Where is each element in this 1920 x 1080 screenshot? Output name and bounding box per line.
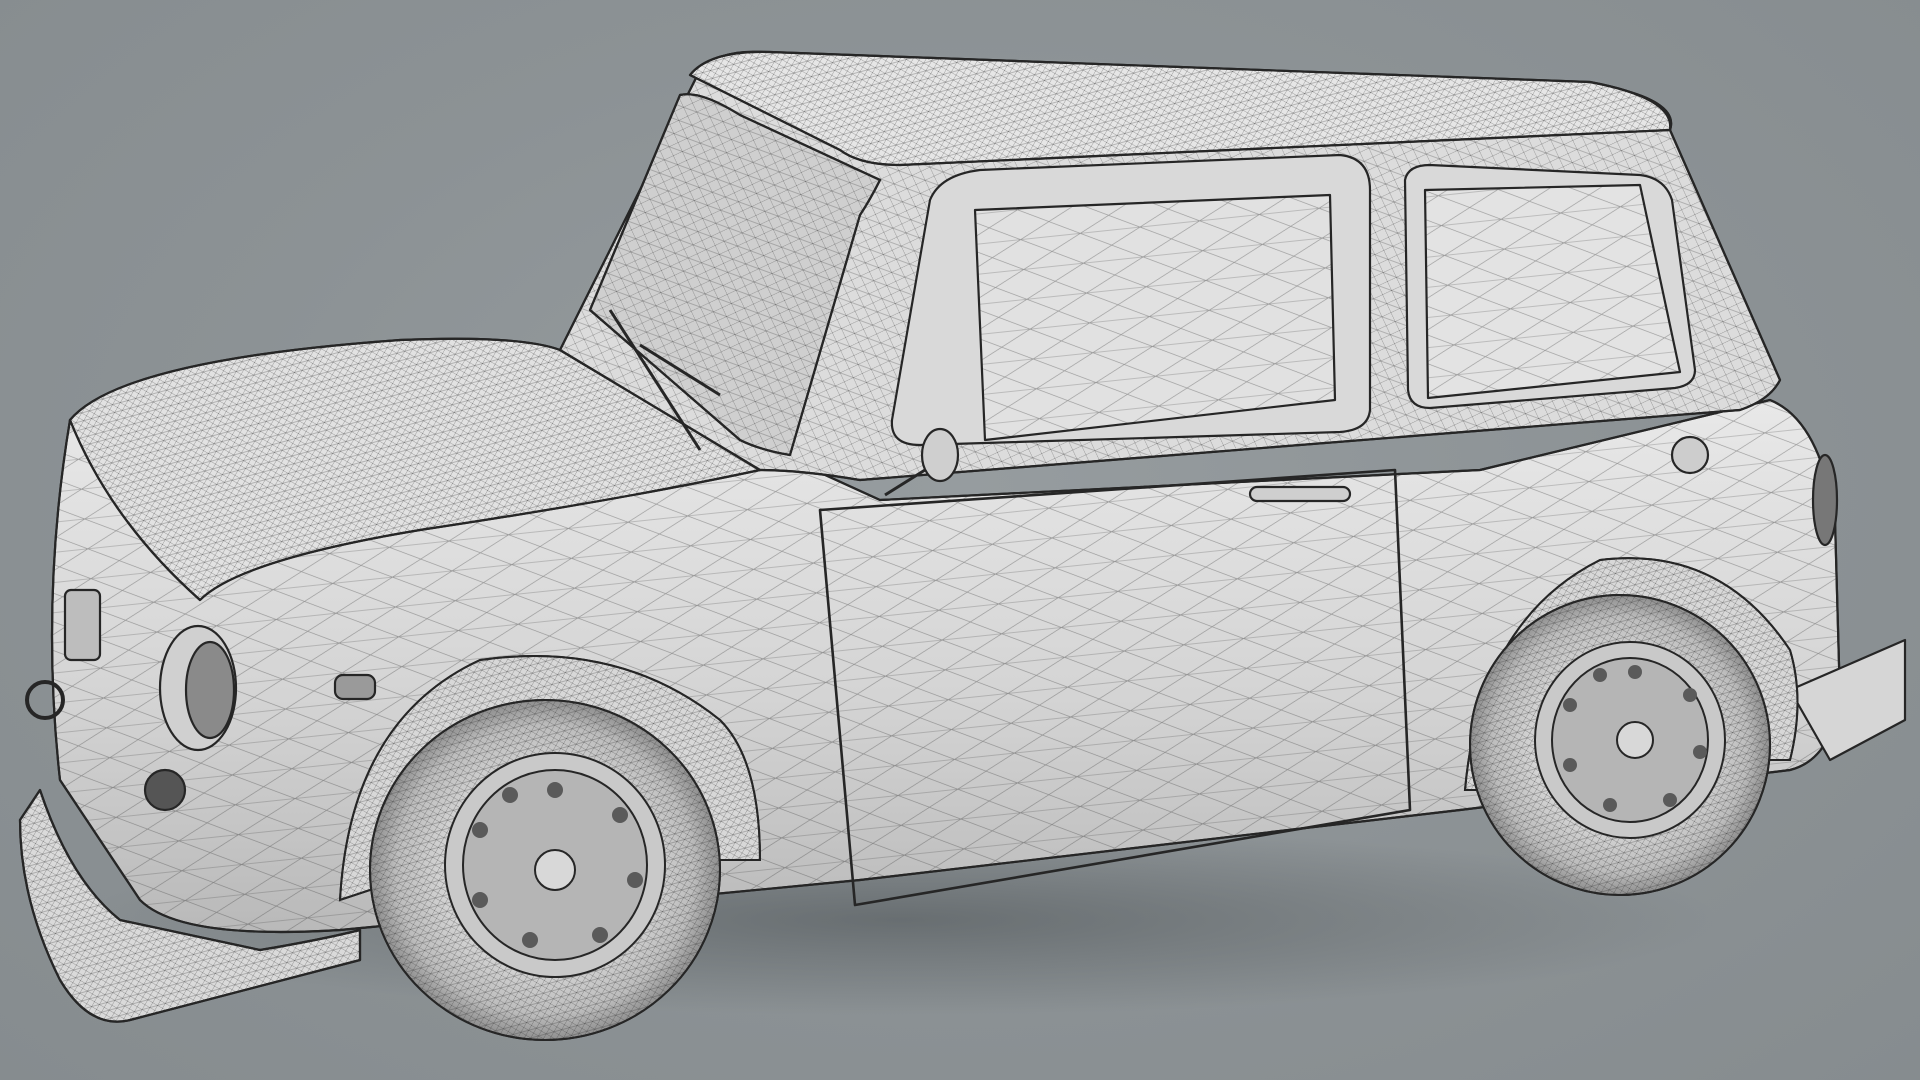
- front-wheel: [369, 699, 721, 1041]
- fog-light: [143, 768, 187, 812]
- door-handle: [1248, 485, 1352, 503]
- turn-signal: [63, 588, 102, 662]
- side-marker: [333, 673, 377, 701]
- tail-light: [1811, 453, 1839, 547]
- render-viewport: [0, 0, 1920, 1080]
- car-wireframe-render: [18, 50, 1907, 1041]
- side-mirror: [920, 427, 960, 483]
- rear-wheel: [1469, 594, 1771, 896]
- fuel-cap: [1670, 435, 1710, 475]
